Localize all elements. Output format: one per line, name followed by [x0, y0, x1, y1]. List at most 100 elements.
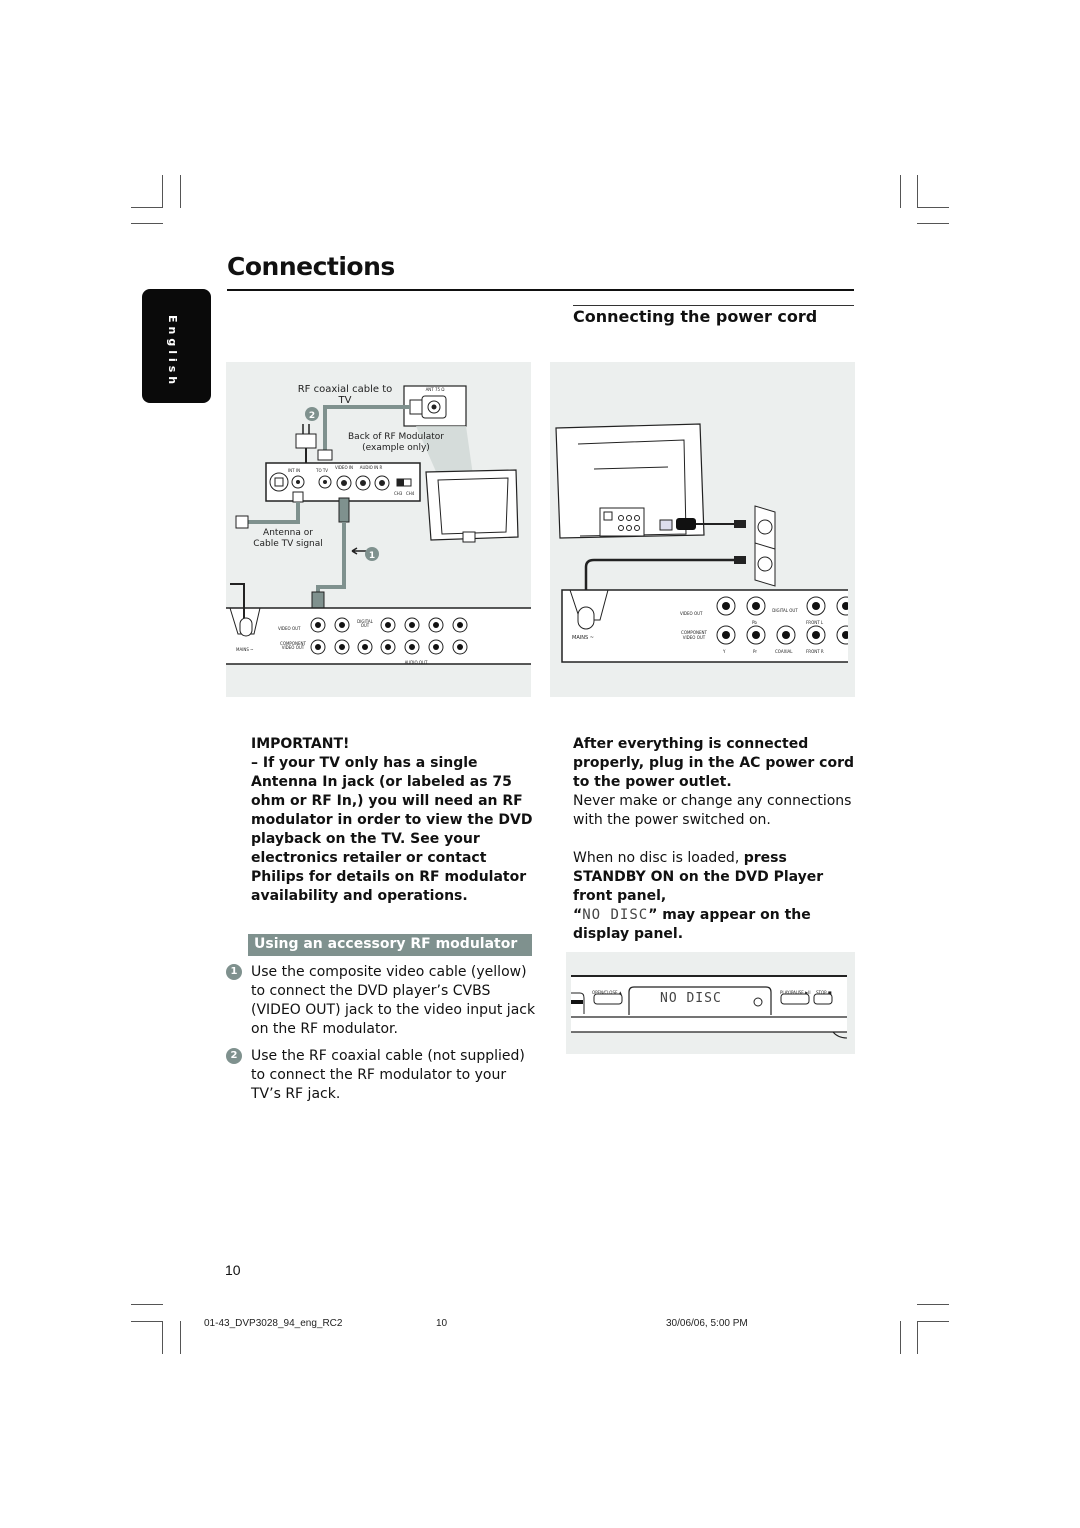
component-label: COMPONENT VIDEO OUT	[681, 630, 707, 640]
standby-indicator	[753, 997, 763, 1007]
jack-label-video-in: VIDEO IN	[334, 465, 354, 470]
arrow-icon	[351, 547, 366, 555]
rf-modulator-diagram: 2 1 RF coaxial cable to TV ANT 75 Ω Back…	[226, 362, 531, 697]
callout-2-number: 2	[309, 411, 315, 421]
crop-mark	[917, 223, 949, 224]
important-heading: IMPORTANT!	[251, 736, 350, 752]
mains-label: MAINS ~	[572, 635, 594, 641]
mains-socket	[239, 617, 253, 637]
footer-file: 01-43_DVP3028_94_eng_RC2	[204, 1318, 343, 1329]
footer-page: 10	[436, 1318, 448, 1329]
digital-out-label: DIGITAL OUT	[357, 619, 373, 628]
mains-socket	[577, 606, 595, 630]
crop-mark	[917, 1321, 918, 1354]
digital-out-label: DIGITAL OUT	[772, 608, 798, 613]
crop-mark	[131, 1304, 163, 1305]
crop-mark	[162, 1321, 163, 1354]
jack-label-y: Y	[723, 649, 726, 654]
jack-label-front-r: FRONT R	[806, 649, 824, 654]
no-disc-prefix: When no disc is loaded,	[573, 850, 744, 866]
step-text-2: Use the RF coaxial cable (not supplied) …	[251, 1048, 525, 1102]
outlet-bottom	[757, 556, 773, 572]
video-out-label: VIDEO OUT	[278, 626, 301, 631]
play-pause-label: PLAY/PAUSE ▶II	[780, 990, 811, 995]
important-note: IMPORTANT! – If your TV only has a singl…	[251, 735, 536, 906]
antenna-plug	[292, 491, 304, 503]
video-out-label: VIDEO OUT	[680, 611, 703, 616]
jack-label-int-in: INT IN	[288, 468, 301, 473]
jack-label-to-tv: TO TV	[316, 468, 329, 473]
crop-mark	[180, 1321, 181, 1354]
section-divider	[573, 305, 854, 306]
title-divider	[227, 289, 854, 291]
crop-mark	[162, 175, 163, 208]
important-body: – If your TV only has a single Antenna I…	[251, 755, 533, 904]
jack-label-pb: Pb	[752, 620, 757, 625]
tv-rf-jack	[462, 531, 476, 543]
lcd-display: NO DISC	[660, 991, 722, 1006]
no-disc-display-note: “NO DISC” may appear on the display pane…	[573, 906, 855, 944]
video-plug-modulator	[338, 497, 350, 523]
step-number-2: 2	[226, 1048, 242, 1064]
mains-label: MAINS ~	[236, 647, 254, 652]
power-cord-diagram: MAINS ~ VIDEO OUT COMPONENT VIDEO OUT DI…	[550, 362, 855, 697]
crop-mark	[917, 207, 949, 208]
power-instructions: After everything is connected properly, …	[573, 735, 855, 944]
jack-label-pr: Pr	[753, 649, 757, 654]
footer-date: 30/06/06, 5:00 PM	[666, 1318, 748, 1329]
language-tab: English	[142, 289, 211, 403]
lcd-text: NO DISC	[582, 907, 649, 923]
modulator-label-line2: (example only)	[362, 443, 430, 453]
jack-label-audio-in: AUDIO IN R	[359, 465, 383, 470]
coax-plug-tv	[409, 399, 423, 415]
crop-mark	[917, 1321, 949, 1322]
power-plug-prongs	[302, 424, 310, 434]
section-title: Connecting the power cord	[573, 307, 818, 326]
callout-1-number: 1	[369, 551, 375, 561]
dvd-rear-panel	[226, 608, 531, 664]
dvd-plug-wall	[734, 556, 746, 564]
jack-label-front-l: FRONT L	[806, 620, 824, 625]
rf-section-header: Using an accessory RF modulator	[248, 934, 532, 956]
audio-out-label: AUDIO OUT	[404, 660, 428, 665]
coax-plug-modulator	[317, 449, 333, 461]
step-text-1: Use the composite video cable (yellow) t…	[251, 964, 536, 1037]
front-panel-diagram: OPEN/CLOSE ▲ NO DISC PLAY/PAUSE ▶II STOP…	[566, 952, 855, 1054]
rf-section-title: Using an accessory RF modulator	[254, 936, 518, 952]
antenna-cable	[246, 502, 300, 524]
power-intro: After everything is connected properly, …	[573, 736, 855, 790]
quote-open: “	[573, 907, 583, 923]
switch-label-ch3: CH3	[394, 491, 403, 496]
crop-mark	[900, 175, 901, 208]
modulator-label-line1: Back of RF Modulator	[348, 432, 444, 442]
tv-plug-wall	[734, 520, 746, 528]
tv-power-plug	[676, 518, 696, 530]
stop-label: STOP ■	[816, 990, 832, 995]
page-number: 10	[225, 1262, 241, 1278]
no-disc-instruction: When no disc is loaded, press STANDBY ON…	[573, 849, 855, 906]
step-number-1: 1	[226, 964, 242, 980]
outlet-top	[757, 519, 773, 535]
crop-mark	[917, 175, 918, 208]
crop-mark	[917, 1304, 949, 1305]
crop-mark	[131, 207, 163, 208]
switch-label-ch4: CH4	[406, 491, 415, 496]
power-warning: Never make or change any connections wit…	[573, 793, 852, 828]
component-label: COMPONENT VIDEO OUT	[280, 641, 306, 650]
rf-cable-label: RF coaxial cable to TV	[297, 384, 393, 406]
tv-jack-label: ANT 75 Ω	[425, 387, 445, 392]
antenna-label: Antenna or Cable TV signal	[248, 528, 328, 550]
jack-label-coaxial: COAXIAL	[775, 649, 793, 654]
tv-power-socket	[659, 519, 673, 531]
crop-mark	[900, 1321, 901, 1354]
open-close-label: OPEN/CLOSE ▲	[592, 990, 622, 995]
crop-mark	[131, 223, 163, 224]
antenna-label-line2: Cable TV signal	[253, 539, 323, 549]
antenna-plug-end	[235, 515, 249, 529]
page-title: Connections	[227, 252, 395, 281]
modulator-label: Back of RF Modulator (example only)	[341, 432, 451, 454]
crop-mark	[180, 175, 181, 208]
crop-mark	[131, 1321, 163, 1322]
language-tab-label: English	[166, 315, 179, 389]
power-plug	[295, 433, 317, 449]
